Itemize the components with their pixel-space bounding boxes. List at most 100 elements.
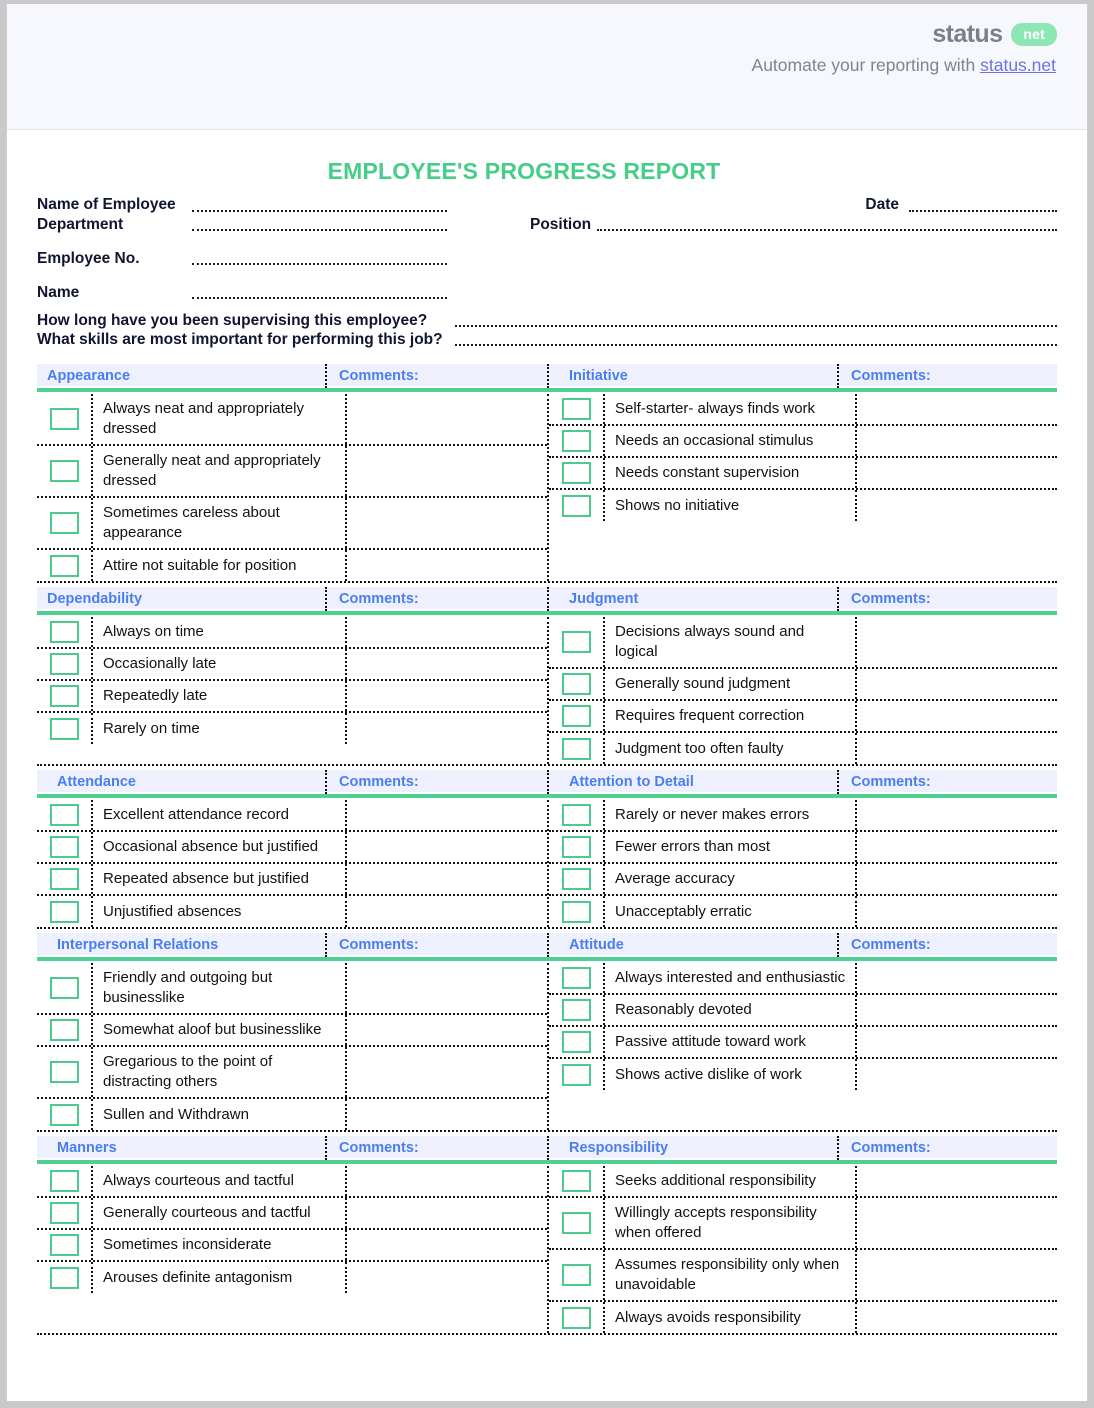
rating-checkbox[interactable] (561, 494, 591, 517)
comment-input-cell[interactable] (347, 1198, 547, 1228)
checkbox-cell[interactable] (549, 1250, 605, 1300)
comment-input-cell[interactable] (857, 896, 1057, 927)
rating-checkbox[interactable] (49, 1266, 79, 1289)
input-department[interactable] (192, 229, 447, 231)
checkbox-cell[interactable] (37, 1047, 93, 1097)
comment-input-cell[interactable] (857, 617, 1057, 667)
rating-checkbox[interactable] (561, 1031, 591, 1053)
checkbox-cell[interactable] (37, 832, 93, 862)
rating-checkbox[interactable] (561, 967, 591, 989)
comment-input-cell[interactable] (857, 800, 1057, 830)
checkbox-cell[interactable] (37, 1015, 93, 1045)
comment-input-cell[interactable] (857, 458, 1057, 488)
comment-input-cell[interactable] (347, 617, 547, 647)
checkbox-cell[interactable] (37, 963, 93, 1013)
rating-checkbox[interactable] (49, 717, 79, 740)
rating-checkbox[interactable] (561, 673, 591, 695)
rating-checkbox[interactable] (49, 1234, 79, 1256)
comment-input-cell[interactable] (347, 1047, 547, 1097)
rating-checkbox[interactable] (49, 512, 79, 534)
comment-input-cell[interactable] (347, 446, 547, 496)
comment-input-cell[interactable] (857, 1250, 1057, 1300)
comment-input-cell[interactable] (347, 1099, 547, 1130)
checkbox-cell[interactable] (37, 394, 93, 444)
rating-checkbox[interactable] (561, 1264, 591, 1286)
rating-checkbox[interactable] (561, 868, 591, 890)
checkbox-cell[interactable] (549, 800, 605, 830)
rating-checkbox[interactable] (49, 900, 79, 923)
comment-input-cell[interactable] (857, 1302, 1057, 1333)
checkbox-cell[interactable] (549, 963, 605, 993)
comment-input-cell[interactable] (857, 669, 1057, 699)
comment-input-cell[interactable] (347, 550, 547, 581)
rating-checkbox[interactable] (561, 1170, 591, 1192)
comment-input-cell[interactable] (857, 1027, 1057, 1057)
rating-checkbox[interactable] (49, 1170, 79, 1192)
comment-input-cell[interactable] (857, 1198, 1057, 1248)
rating-checkbox[interactable] (49, 1103, 79, 1126)
input-position[interactable] (597, 229, 1057, 231)
rating-checkbox[interactable] (49, 621, 79, 643)
comment-input-cell[interactable] (347, 896, 547, 927)
comment-input-cell[interactable] (347, 832, 547, 862)
rating-checkbox[interactable] (561, 1063, 591, 1086)
checkbox-cell[interactable] (549, 864, 605, 894)
comment-input-cell[interactable] (857, 394, 1057, 424)
checkbox-cell[interactable] (549, 1166, 605, 1196)
comment-input-cell[interactable] (347, 864, 547, 894)
checkbox-cell[interactable] (549, 995, 605, 1025)
comment-input-cell[interactable] (857, 864, 1057, 894)
rating-checkbox[interactable] (561, 1306, 591, 1329)
checkbox-cell[interactable] (37, 1262, 93, 1293)
rating-checkbox[interactable] (561, 430, 591, 452)
comment-input-cell[interactable] (857, 832, 1057, 862)
rating-checkbox[interactable] (561, 999, 591, 1021)
rating-checkbox[interactable] (561, 737, 591, 760)
checkbox-cell[interactable] (37, 649, 93, 679)
rating-checkbox[interactable] (49, 408, 79, 430)
checkbox-cell[interactable] (549, 1059, 605, 1090)
checkbox-cell[interactable] (549, 1027, 605, 1057)
comment-input-cell[interactable] (347, 681, 547, 711)
rating-checkbox[interactable] (561, 900, 591, 923)
rating-checkbox[interactable] (49, 653, 79, 675)
checkbox-cell[interactable] (37, 498, 93, 548)
rating-checkbox[interactable] (49, 685, 79, 707)
input-employee-no[interactable] (192, 263, 447, 265)
comment-input-cell[interactable] (347, 498, 547, 548)
comment-input-cell[interactable] (857, 426, 1057, 456)
comment-input-cell[interactable] (857, 1059, 1057, 1090)
checkbox-cell[interactable] (37, 1230, 93, 1260)
comment-input-cell[interactable] (347, 1015, 547, 1045)
checkbox-cell[interactable] (549, 617, 605, 667)
checkbox-cell[interactable] (37, 713, 93, 744)
comment-input-cell[interactable] (347, 1166, 547, 1196)
rating-checkbox[interactable] (561, 705, 591, 727)
checkbox-cell[interactable] (549, 669, 605, 699)
rating-checkbox[interactable] (561, 804, 591, 826)
checkbox-cell[interactable] (37, 446, 93, 496)
rating-checkbox[interactable] (561, 631, 591, 653)
checkbox-cell[interactable] (37, 800, 93, 830)
input-date[interactable] (909, 209, 1057, 212)
checkbox-cell[interactable] (37, 896, 93, 927)
comment-input-cell[interactable] (347, 963, 547, 1013)
comment-input-cell[interactable] (347, 394, 547, 444)
checkbox-cell[interactable] (37, 617, 93, 647)
checkbox-cell[interactable] (37, 550, 93, 581)
comment-input-cell[interactable] (857, 701, 1057, 731)
comment-input-cell[interactable] (347, 800, 547, 830)
rating-checkbox[interactable] (49, 460, 79, 482)
checkbox-cell[interactable] (549, 733, 605, 764)
rating-checkbox[interactable] (49, 977, 79, 999)
checkbox-cell[interactable] (37, 1099, 93, 1130)
rating-checkbox[interactable] (49, 836, 79, 858)
comment-input-cell[interactable] (347, 1230, 547, 1260)
comment-input-cell[interactable] (857, 490, 1057, 521)
checkbox-cell[interactable] (37, 1198, 93, 1228)
checkbox-cell[interactable] (549, 426, 605, 456)
input-name-of-employee[interactable] (192, 209, 447, 212)
input-question-supervising[interactable] (455, 325, 1057, 327)
rating-checkbox[interactable] (49, 804, 79, 826)
checkbox-cell[interactable] (37, 1166, 93, 1196)
